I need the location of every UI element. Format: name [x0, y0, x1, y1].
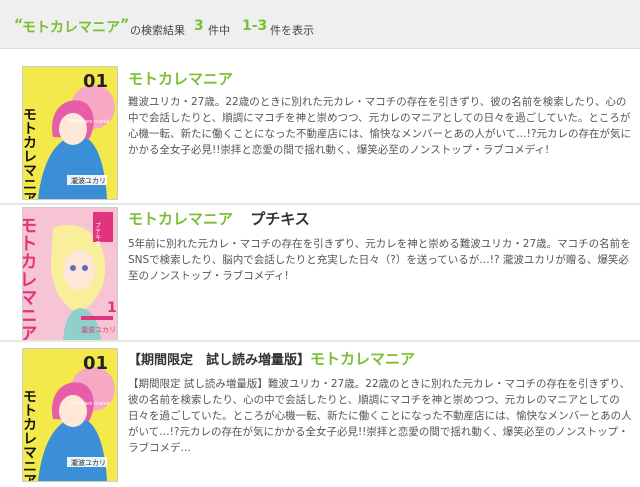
- cover-author: 瀧波ユカリ: [71, 458, 106, 467]
- search-query: モトカレマニア: [22, 20, 120, 36]
- item-title[interactable]: 【期間限定 試し読み増量版】モトカレマニア: [128, 348, 415, 369]
- title-prefix[interactable]: 【期間限定 試し読み増量版】: [128, 353, 310, 368]
- item-description: 難波ユリカ・27歳。22歳のときに別れた元カレ・マコチの存在を引きずり、彼の名前…: [128, 94, 631, 158]
- desc-line: 彼の名前を検索したり、心の中で会話したりと、順調にマコチを神と崇めつつ、元カレの…: [128, 394, 620, 406]
- desc-line: 5年前に別れた元カレ・マコチの存在を引きずり、元カレを神と崇める難波ユリカ・27…: [128, 238, 631, 250]
- cover-author: 瀧波ユカリ: [81, 325, 116, 334]
- result-range: 1-3: [242, 18, 268, 34]
- cover-subtitle: Motokare mania: [69, 119, 109, 125]
- desc-line: 【期間限定 試し読み増量版】難波ユリカ・27歳。22歳のときに別れた元カレ・マコ…: [128, 378, 631, 390]
- item-title[interactable]: モトカレマニア プチキス: [128, 208, 310, 229]
- cover-volume: 1: [107, 300, 117, 316]
- count-suffix: 件中: [208, 24, 230, 37]
- cover-badge: プチキス: [94, 222, 101, 246]
- cover-volume: 01: [83, 353, 108, 374]
- results-label: の検索結果: [130, 24, 185, 37]
- results-header: “ モトカレマニア ” の検索結果 3 件中 1-3 件を表示: [0, 0, 640, 49]
- cover-art: 01 モトカレマニア Motokare mania 瀧波ユカリ: [23, 67, 117, 199]
- desc-line: 心機一転、新たに働くことになった不動産店には、愉快なメンバーとあの人がいて…!?…: [128, 128, 631, 140]
- title-link[interactable]: モトカレマニア: [128, 70, 233, 88]
- cover-art: プチキス モトカレマニア 1 瀧波ユカリ: [23, 208, 117, 340]
- desc-line: かかる全女子必見!!崇拝と恋愛の間で揺れ動く、爆笑必至のノンストップ・ラブコメデ…: [128, 144, 550, 156]
- desc-line: ラブコメデ…: [128, 442, 191, 454]
- cover-author: 瀧波ユカリ: [71, 176, 106, 185]
- desc-line: がいて…!?元カレの存在が気にかかる全女子必見!!崇拝と恋愛の間で揺れ動く、爆笑…: [128, 426, 629, 438]
- query-close-quote: ”: [120, 17, 130, 33]
- cover-art: 01 モトカレマニア Motokare mania 瀧波ユカリ: [23, 349, 117, 481]
- item-description: 5年前に別れた元カレ・マコチの存在を引きずり、元カレを神と崇める難波ユリカ・27…: [128, 236, 631, 284]
- desc-line: 日々を過ごしていた。ところが心機一転、新たに働くことになった不動産店には、愉快な…: [128, 410, 632, 422]
- range-suffix: 件を表示: [270, 24, 314, 37]
- desc-line: 至のノンストップ・ラブコメディ!: [128, 270, 289, 282]
- desc-line: SNSで検索したり、脳内で会話したりと充実した日々（?）を送っているが…!? 瀧…: [128, 254, 629, 266]
- divider: [0, 340, 640, 342]
- cover-subtitle: Motokare mania: [69, 401, 109, 407]
- desc-line: 中で会話したりと、順調にマコチを神と崇めつつ、元カレのマニアとしての日々を過ごし…: [128, 112, 631, 124]
- title-link[interactable]: モトカレマニア: [310, 350, 415, 368]
- cover-title-text: モトカレマニア: [23, 216, 38, 340]
- item-description: 【期間限定 試し読み増量版】難波ユリカ・27歳。22歳のときに別れた元カレ・マコ…: [128, 376, 632, 456]
- title-link[interactable]: モトカレマニア: [128, 210, 233, 228]
- desc-line: 難波ユリカ・27歳。22歳のときに別れた元カレ・マコチの存在を引きずり、彼の名前…: [128, 96, 627, 108]
- book-cover[interactable]: 01 モトカレマニア Motokare mania 瀧波ユカリ: [22, 66, 118, 200]
- book-cover[interactable]: 01 モトカレマニア Motokare mania 瀧波ユカリ: [22, 348, 118, 482]
- item-title[interactable]: モトカレマニア: [128, 68, 233, 89]
- cover-title-text: モトカレマニア: [23, 107, 37, 199]
- divider: [0, 203, 640, 205]
- result-count: 3: [194, 18, 204, 34]
- cover-volume: 01: [83, 71, 108, 92]
- book-cover[interactable]: プチキス モトカレマニア 1 瀧波ユカリ: [22, 207, 118, 341]
- cover-title-text: モトカレマニア: [23, 389, 37, 481]
- label-name: プチキス: [250, 210, 310, 228]
